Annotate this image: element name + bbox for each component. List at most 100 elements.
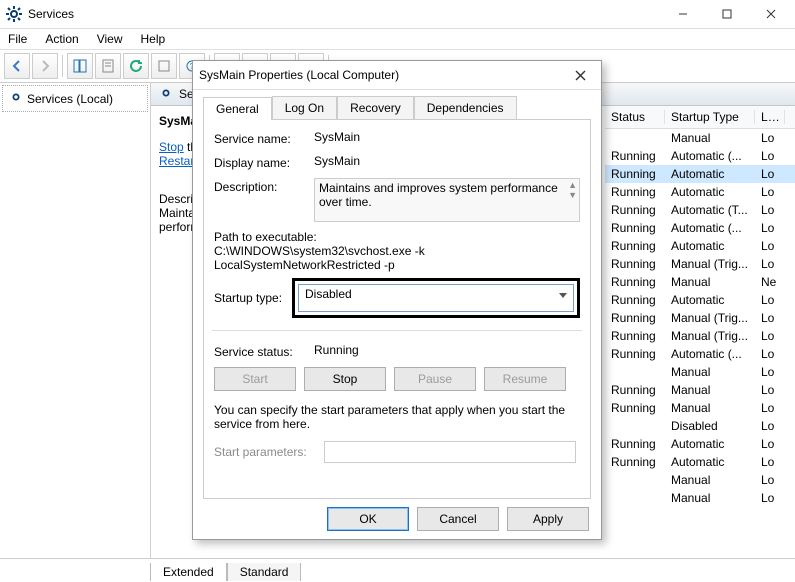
table-row[interactable]: RunningManual (Trig...Lo [605,255,795,273]
table-row[interactable]: RunningAutomatic (...Lo [605,345,795,363]
menu-view[interactable]: View [97,32,123,46]
start-parameters-input[interactable] [324,441,576,463]
window-title: Services [28,7,661,21]
cell-status: Running [605,275,665,289]
toolbar-refresh-icon[interactable] [123,53,149,79]
cell-status: Running [605,257,665,271]
startup-type-highlight: Disabled [292,278,580,318]
dialog-body: Service name: SysMain Display name: SysM… [203,119,591,499]
forward-button[interactable] [32,53,58,79]
resume-button[interactable]: Resume [484,367,566,391]
menu-bar: File Action View Help [0,29,795,49]
toolbar-export-icon[interactable] [151,53,177,79]
display-name-label: Display name: [214,154,314,170]
table-row[interactable]: RunningAutomatic (...Lo [605,219,795,237]
window-maximize-button[interactable] [705,0,749,28]
table-row[interactable]: RunningManual (Trig...Lo [605,309,795,327]
cell-logon: Lo [755,293,785,307]
table-row[interactable]: RunningManual (Trig...Lo [605,327,795,345]
col-logon[interactable]: Lo... [755,110,785,124]
table-row[interactable]: RunningAutomaticLo [605,237,795,255]
tab-general[interactable]: General [203,97,272,120]
table-row[interactable]: RunningAutomaticLo [605,183,795,201]
cell-logon: Lo [755,221,785,235]
cell-logon: Lo [755,329,785,343]
menu-action[interactable]: Action [45,32,78,46]
tab-log-on[interactable]: Log On [272,96,337,119]
start-parameters-label: Start parameters: [214,445,324,459]
cell-startup: Manual (Trig... [665,311,755,325]
cancel-button[interactable]: Cancel [417,507,499,531]
cell-status: Running [605,239,665,253]
startup-type-label: Startup type: [214,291,292,305]
service-list[interactable]: Status Startup Type Lo... ManualLoRunnin… [605,106,795,558]
back-button[interactable] [4,53,30,79]
table-row[interactable]: RunningAutomaticLo [605,435,795,453]
toolbar-properties-icon[interactable] [95,53,121,79]
menu-file[interactable]: File [8,32,27,46]
table-row[interactable]: RunningAutomaticLo [605,453,795,471]
cell-startup: Automatic [665,185,755,199]
apply-button[interactable]: Apply [507,507,589,531]
cell-startup: Manual [665,383,755,397]
dialog-footer: OK Cancel Apply [193,499,601,539]
ok-button[interactable]: OK [327,507,409,531]
tab-recovery[interactable]: Recovery [337,96,414,119]
description-label: Description: [214,178,314,222]
services-icon [6,6,22,22]
tab-extended[interactable]: Extended [150,563,227,581]
cell-status: Running [605,221,665,235]
table-row[interactable]: RunningAutomaticLo [605,165,795,183]
cell-startup: Manual (Trig... [665,257,755,271]
dialog-tabs: General Log On Recovery Dependencies [193,90,601,119]
cell-startup: Automatic [665,455,755,469]
table-row[interactable]: RunningAutomatic (...Lo [605,147,795,165]
description-scroll-icons[interactable]: ▲▼ [568,181,577,199]
table-row[interactable]: ManualLo [605,489,795,507]
cell-logon: Lo [755,203,785,217]
cell-logon: Lo [755,473,785,487]
table-row[interactable]: RunningManualLo [605,399,795,417]
tree-node-services-local[interactable]: Services (Local) [2,85,148,112]
pause-button[interactable]: Pause [394,367,476,391]
display-name-value: SysMain [314,154,580,170]
start-button[interactable]: Start [214,367,296,391]
table-row[interactable]: ManualLo [605,129,795,147]
col-status[interactable]: Status [605,110,665,124]
cell-status: Running [605,167,665,181]
services-icon [9,90,23,107]
window-minimize-button[interactable] [661,0,705,28]
col-startup-type[interactable]: Startup Type [665,110,755,124]
stop-button[interactable]: Stop [304,367,386,391]
stop-service-link[interactable]: Stop [159,140,184,154]
cell-logon: Lo [755,239,785,253]
cell-logon: Lo [755,437,785,451]
startup-type-select[interactable]: Disabled [298,284,574,312]
cell-startup: Automatic (... [665,149,755,163]
cell-status: Running [605,203,665,217]
table-row[interactable]: RunningAutomaticLo [605,291,795,309]
table-row[interactable]: RunningAutomatic (T...Lo [605,201,795,219]
table-row[interactable]: RunningManualLo [605,381,795,399]
cell-logon: Lo [755,131,785,145]
cell-logon: Lo [755,149,785,163]
dialog-title: SysMain Properties (Local Computer) [199,68,565,82]
tab-dependencies[interactable]: Dependencies [414,96,517,119]
table-row[interactable]: RunningManualNe [605,273,795,291]
properties-dialog: SysMain Properties (Local Computer) Gene… [192,60,602,540]
window-close-button[interactable] [749,0,793,28]
menu-help[interactable]: Help [141,32,166,46]
tab-standard[interactable]: Standard [227,563,302,581]
path-label: Path to executable: [214,230,580,244]
cell-logon: Lo [755,365,785,379]
cell-status: Running [605,149,665,163]
description-text-value: Maintains and improves system performanc… [319,181,558,209]
table-row[interactable]: ManualLo [605,471,795,489]
table-row[interactable]: ManualLo [605,363,795,381]
cell-startup: Manual [665,275,755,289]
toolbar-view-icon[interactable] [67,53,93,79]
cell-startup: Automatic [665,293,755,307]
table-row[interactable]: DisabledLo [605,417,795,435]
cell-status: Running [605,401,665,415]
dialog-close-button[interactable] [565,63,595,87]
